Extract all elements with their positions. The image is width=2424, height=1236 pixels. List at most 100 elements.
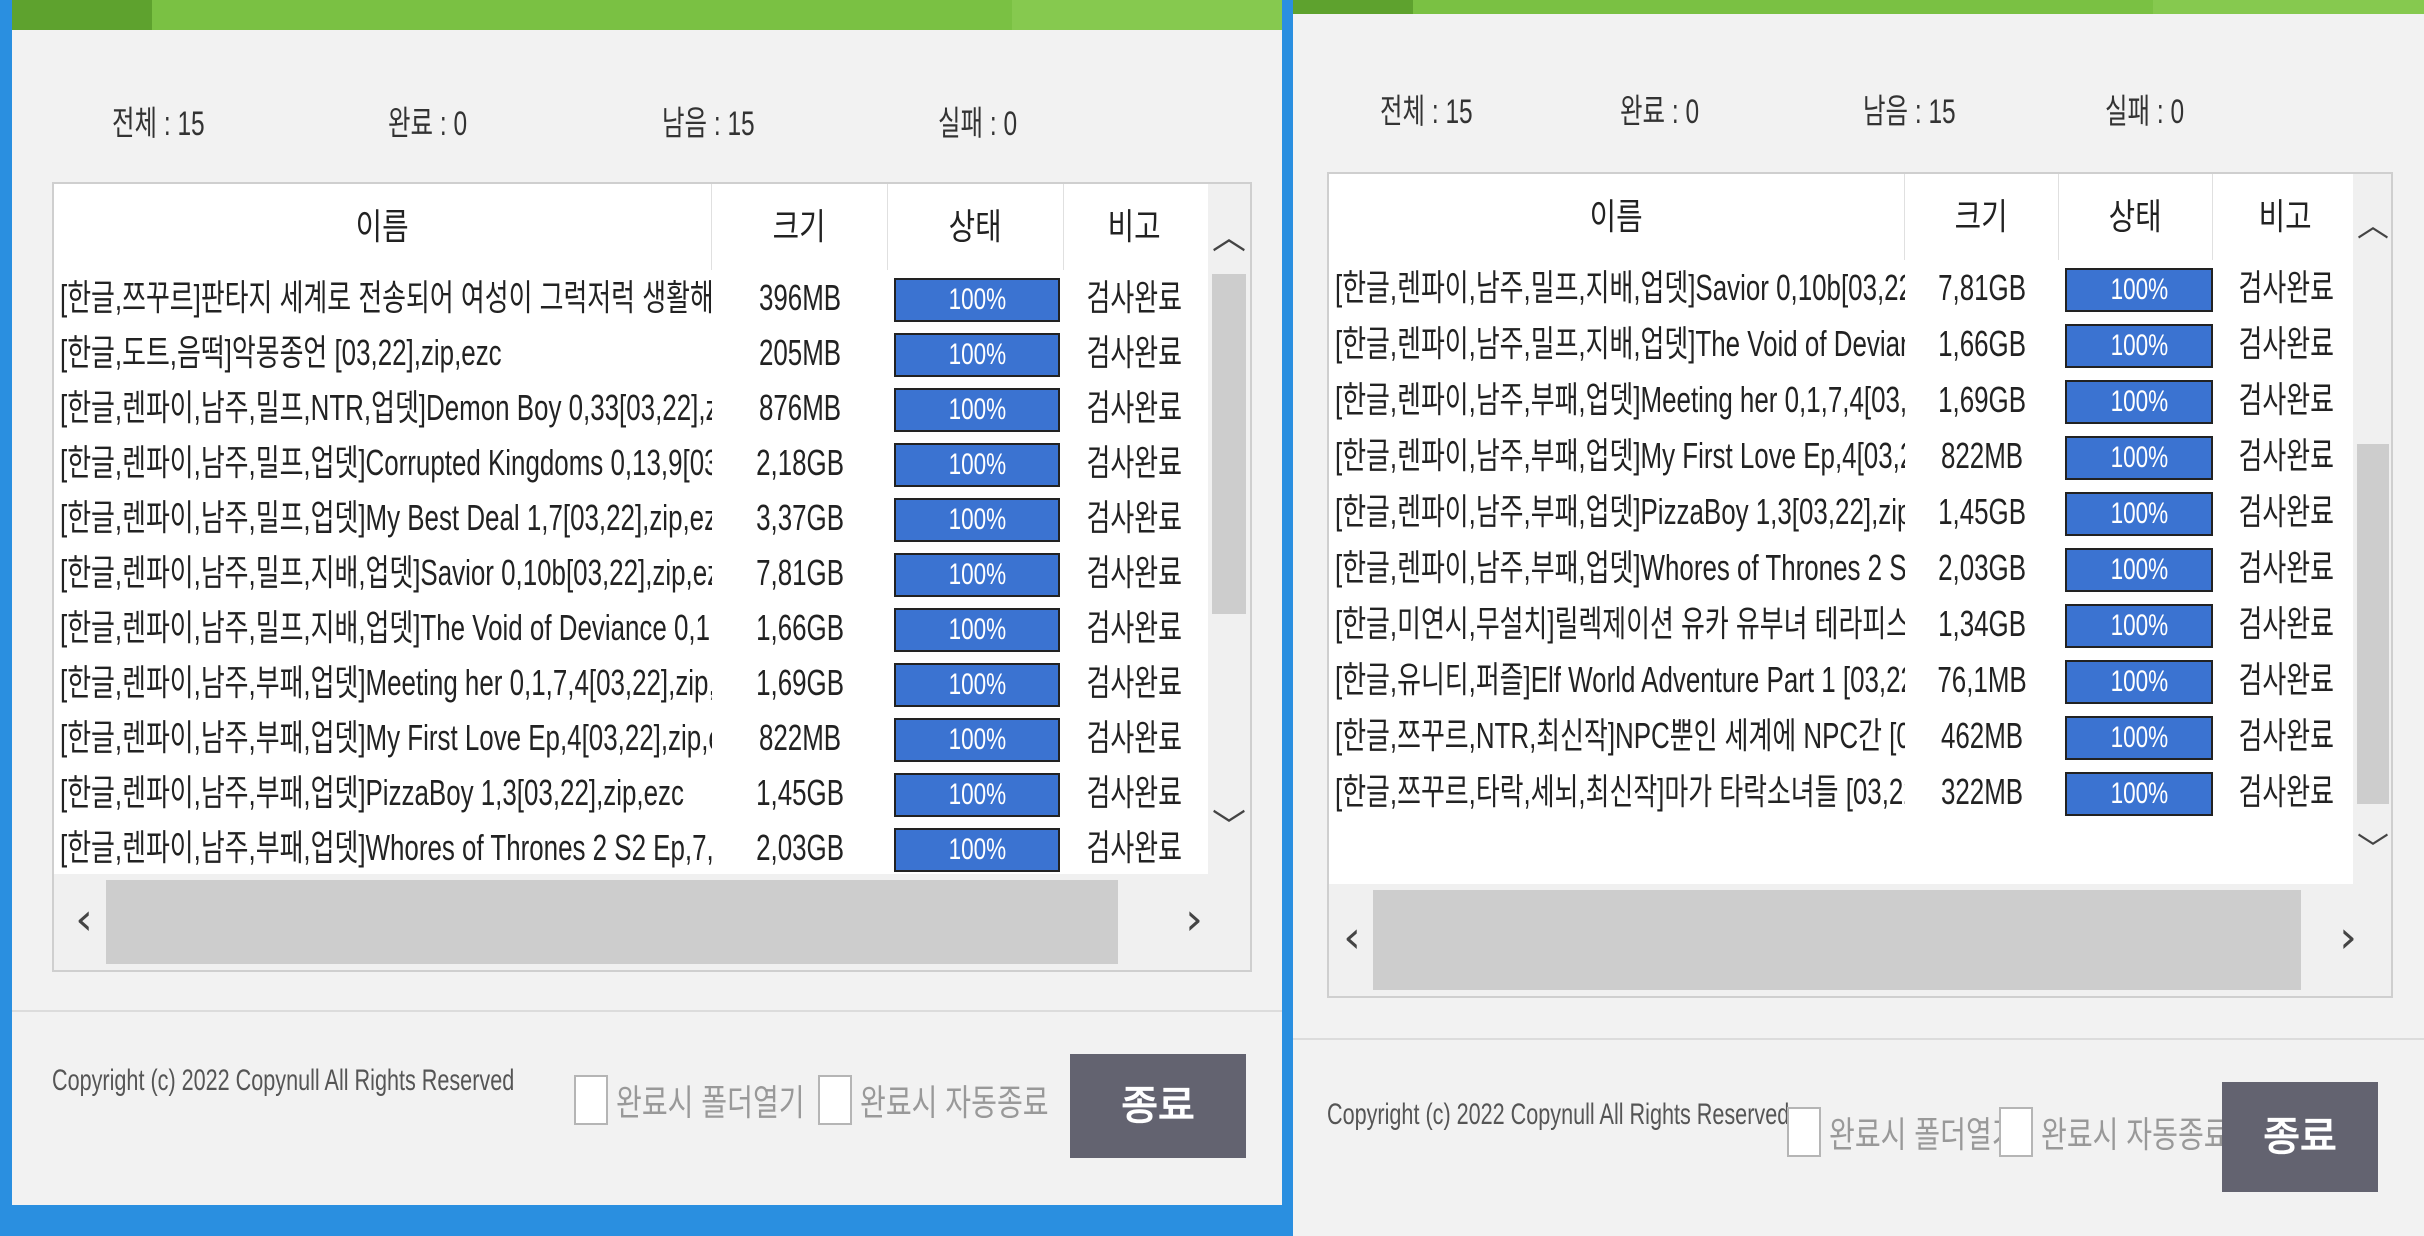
list-row[interactable]: [한글,쯔꾸르,타락,세뇌,최신작]마가 타락소녀들 [03,22],zip,e… xyxy=(1329,764,2359,820)
list-row[interactable]: [한글,렌파이,남주,부패,업뎃]My First Love Ep,4[03,2… xyxy=(1329,428,2359,484)
list-row[interactable]: [한글,유니티,퍼즐]Elf World Adventure Part 1 [0… xyxy=(1329,652,2359,708)
vertical-scrollbar[interactable]: ︿ ﹀ xyxy=(1208,184,1250,874)
list-row[interactable]: [한글,렌파이,남주,부패,업뎃]My First Love Ep,4[03,2… xyxy=(54,710,1204,766)
list-row[interactable]: [한글,렌파이,남주,밀프,지배,업뎃]Savior 0,10b[03,22],… xyxy=(54,545,1204,601)
progress-label: 100% xyxy=(2110,329,2168,362)
column-header-name[interactable]: 이름 xyxy=(54,184,712,270)
file-size: 822MB xyxy=(758,717,842,758)
progress-bar: 100% xyxy=(894,443,1060,487)
vertical-scrollbar[interactable]: ︿ ﹀ xyxy=(2353,174,2391,884)
file-list: 이름 크기 상태 비고 [한글,쯔꾸르]판타지 세계로 전송되어 여성이 그럭저… xyxy=(52,182,1252,972)
footer: Copyright (c) 2022 Copynull All Rights R… xyxy=(12,1012,1282,1205)
file-name: [한글,렌파이,남주,밀프,업뎃]My Best Deal 1,7[03,22]… xyxy=(60,497,712,538)
progress-label: 100% xyxy=(2110,721,2168,754)
progress-bar: 100% xyxy=(2065,324,2213,368)
scroll-left-arrow[interactable]: ‹ xyxy=(1329,912,1375,963)
file-size: 396MB xyxy=(758,277,842,318)
file-name: [한글,렌파이,남주,밀프,NTR,업뎃]Demon Boy 0,33[03,2… xyxy=(60,387,712,428)
list-row[interactable]: [한글,렌파이,남주,부패,업뎃]Whores of Thrones 2 S2 … xyxy=(1329,540,2359,596)
file-size: 322MB xyxy=(1940,771,2024,812)
file-name: [한글,미연시,무설치]릴렉제이션 유카 유부녀 테라피스트들의 xyxy=(1335,603,1905,644)
list-row[interactable]: [한글,도트,음떡]악몽종언 [03,22],zip,ezc 205MB 100% 검… xyxy=(54,325,1204,381)
column-header-name[interactable]: 이름 xyxy=(1329,174,1905,260)
list-row[interactable]: [한글,렌파이,남주,밀프,지배,업뎃]The Void of Deviance… xyxy=(54,600,1204,656)
scroll-down-arrow[interactable]: ﹀ xyxy=(1208,799,1250,848)
vertical-scroll-thumb[interactable] xyxy=(1212,274,1246,614)
horizontal-scroll-thumb[interactable] xyxy=(106,880,1118,964)
list-row[interactable]: [한글,미연시,무설치]릴렉제이션 유카 유부녀 테라피스트들의 1,34GB 10… xyxy=(1329,596,2359,652)
list-row[interactable]: [한글,쯔꾸르,NTR,최신작]NPC뿐인 세계에 NPC간 [03,22],z… xyxy=(1329,708,2359,764)
scroll-left-arrow[interactable]: ‹ xyxy=(54,894,114,945)
list-row[interactable]: [한글,렌파이,남주,부패,업뎃]Whores of Thrones 2 S2 … xyxy=(54,820,1204,872)
list-header: 이름 크기 상태 비고 xyxy=(54,184,1204,270)
file-size: 2,18GB xyxy=(756,442,844,483)
column-header-status[interactable]: 상태 xyxy=(888,184,1064,270)
progress-header-bar xyxy=(1293,0,2424,14)
checkbox-box[interactable] xyxy=(1787,1107,1821,1157)
file-size: 1,69GB xyxy=(756,662,844,703)
list-row[interactable]: [한글,렌파이,남주,부패,업뎃]PizzaBoy 1,3[03,22],zip… xyxy=(1329,484,2359,540)
scroll-up-arrow[interactable]: ︿ xyxy=(2353,200,2391,246)
column-header-size[interactable]: 크기 xyxy=(1905,174,2059,260)
list-row[interactable]: [한글,렌파이,남주,밀프,NTR,업뎃]Demon Boy 0,33[03,2… xyxy=(54,380,1204,436)
scroll-right-arrow[interactable]: › xyxy=(1164,894,1224,945)
progress-label: 100% xyxy=(948,283,1006,316)
checkbox-box[interactable] xyxy=(574,1075,608,1125)
list-rows: [한글,렌파이,남주,밀프,지배,업뎃]Savior 0,10b[03,22],… xyxy=(1329,260,2359,860)
progress-label: 100% xyxy=(2110,385,2168,418)
progress-bar: 100% xyxy=(894,498,1060,542)
status-note: 검사완료 xyxy=(2238,771,2334,812)
copyright-text: Copyright (c) 2022 Copynull All Rights R… xyxy=(1327,1098,1790,1131)
file-size: 7,81GB xyxy=(1938,267,2026,308)
progress-label: 100% xyxy=(2110,777,2168,810)
list-row[interactable]: [한글,렌파이,남주,부패,업뎃]Meeting her 0,1,7,4[03,… xyxy=(54,655,1204,711)
horizontal-scroll-thumb[interactable] xyxy=(1373,890,2301,990)
column-header-size[interactable]: 크기 xyxy=(712,184,888,270)
scroll-right-arrow[interactable]: › xyxy=(2323,912,2373,963)
file-name: [한글,렌파이,남주,밀프,지배,업뎃]Savior 0,10b[03,22],… xyxy=(60,552,712,593)
progress-label: 100% xyxy=(2110,553,2168,586)
list-row[interactable]: [한글,쯔꾸르]판타지 세계로 전송되어 여성이 그럭저럭 생활해 396MB 10… xyxy=(54,270,1204,326)
file-name: [한글,렌파이,남주,부패,업뎃]PizzaBoy 1,3[03,22],zip… xyxy=(1335,491,1905,532)
file-size: 7,81GB xyxy=(756,552,844,593)
progress-bar: 100% xyxy=(2065,492,2213,536)
progress-label: 100% xyxy=(2110,441,2168,474)
checkbox-box[interactable] xyxy=(818,1075,852,1125)
file-name: [한글,렌파이,남주,밀프,지배,업뎃]The Void of Deviance… xyxy=(60,607,712,648)
close-button[interactable]: 종료 xyxy=(2222,1082,2378,1192)
horizontal-scrollbar[interactable]: ‹ › xyxy=(1329,884,2391,996)
checkbox-box[interactable] xyxy=(1999,1107,2033,1157)
scroll-up-arrow[interactable]: ︿ xyxy=(1208,210,1250,259)
progress-label: 100% xyxy=(948,503,1006,536)
progress-label: 100% xyxy=(2110,273,2168,306)
list-rows: [한글,쯔꾸르]판타지 세계로 전송되어 여성이 그럭저럭 생활해 396MB 10… xyxy=(54,270,1204,872)
list-row[interactable]: [한글,렌파이,남주,밀프,업뎃]My Best Deal 1,7[03,22]… xyxy=(54,490,1204,546)
progress-bar: 100% xyxy=(2065,380,2213,424)
column-header-status[interactable]: 상태 xyxy=(2059,174,2213,260)
scroll-down-arrow[interactable]: ﹀ xyxy=(2353,824,2391,870)
open-folder-checkbox[interactable]: 완료시 폴더열기 xyxy=(574,1074,858,1126)
column-header-note[interactable]: 비고 xyxy=(1064,184,1204,270)
close-button[interactable]: 종료 xyxy=(1070,1054,1246,1158)
auto-exit-checkbox[interactable]: 완료시 자동종료 xyxy=(818,1074,1102,1126)
status-note: 검사완료 xyxy=(1086,552,1182,593)
status-note: 검사완료 xyxy=(1086,277,1182,318)
column-header-note[interactable]: 비고 xyxy=(2213,174,2357,260)
progress-bar: 100% xyxy=(2065,772,2213,816)
horizontal-scrollbar[interactable]: ‹ › xyxy=(54,874,1250,970)
list-row[interactable]: [한글,렌파이,남주,밀프,지배,업뎃]The Void of Deviance… xyxy=(1329,316,2359,372)
list-row[interactable]: [한글,렌파이,남주,밀프,업뎃]Corrupted Kingdoms 0,13… xyxy=(54,435,1204,491)
stat-remaining: 남음 : 15 xyxy=(1863,93,1956,131)
vertical-scroll-thumb[interactable] xyxy=(2357,444,2389,804)
status-note: 검사완료 xyxy=(1086,497,1182,538)
file-size: 1,45GB xyxy=(1938,491,2026,532)
list-row[interactable]: [한글,렌파이,남주,밀프,지배,업뎃]Savior 0,10b[03,22],… xyxy=(1329,260,2359,316)
status-note: 검사완료 xyxy=(2238,603,2334,644)
file-name: [한글,렌파이,남주,밀프,업뎃]Corrupted Kingdoms 0,13… xyxy=(60,442,712,483)
list-row[interactable]: [한글,렌파이,남주,부패,업뎃]PizzaBoy 1,3[03,22],zip… xyxy=(54,765,1204,821)
progress-bar: 100% xyxy=(894,388,1060,432)
progress-bar: 100% xyxy=(894,278,1060,322)
list-row[interactable]: [한글,렌파이,남주,부패,업뎃]Meeting her 0,1,7,4[03,… xyxy=(1329,372,2359,428)
progress-bar: 100% xyxy=(2065,716,2213,760)
status-note: 검사완료 xyxy=(1086,717,1182,758)
